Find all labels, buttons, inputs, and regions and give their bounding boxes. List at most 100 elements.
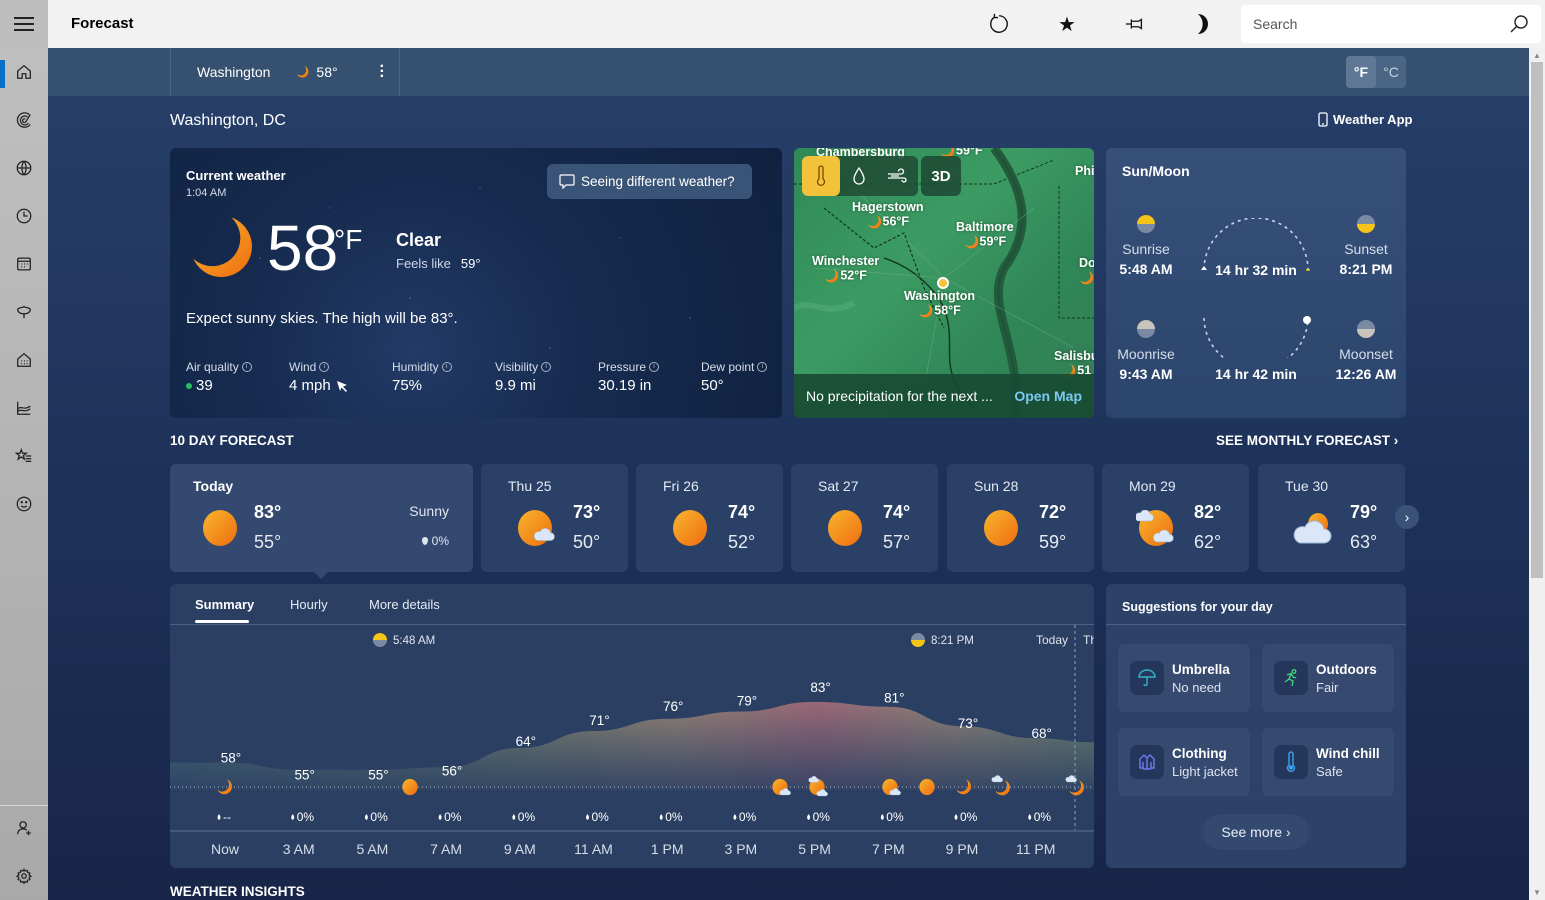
mostly-sunny-icon (515, 508, 555, 548)
temperature-label: 81° (884, 691, 904, 706)
temperature-label: 55° (294, 768, 314, 783)
precip-label: 0% (297, 810, 315, 824)
tab-summary[interactable]: Summary (195, 597, 254, 612)
day-high-temp: 83° (254, 502, 282, 522)
sun-moon-arcs (1201, 218, 1311, 358)
home-icon (17, 64, 31, 79)
info-icon[interactable]: i (319, 362, 330, 372)
sidebar-item-monthly[interactable] (0, 244, 48, 284)
suggestion-clothing[interactable]: Clothing Light jacket (1118, 728, 1250, 796)
sidebar-item-settings[interactable] (0, 856, 48, 896)
sidebar-item-radar[interactable] (0, 100, 48, 140)
selected-day-pointer (314, 572, 328, 579)
map-label-baltimore: Baltimore 59°F (956, 220, 1014, 249)
info-icon[interactable]: i (241, 362, 252, 372)
forecast-day[interactable]: Fri 26 74° 52° (636, 464, 783, 572)
weather-metrics: Air quality i 39 Wind i 4 mph Humidity i 75… (186, 360, 782, 394)
precip-value (954, 814, 958, 820)
clock-icon (16, 208, 32, 224)
x-tick-label: 11 PM (1016, 841, 1055, 857)
suggestion-wind-chill[interactable]: Wind chill Safe (1262, 728, 1394, 796)
clear-night-icon (1079, 270, 1094, 286)
seeing-different-weather-button[interactable]: Seeing different weather? (547, 164, 752, 199)
title-bar: Forecast ★ (0, 0, 1545, 48)
scroll-down-arrow-icon[interactable]: ▼ (1532, 888, 1542, 897)
thermometer-icon (1286, 751, 1296, 773)
weather-app-link[interactable]: Weather App (1318, 112, 1412, 127)
favorite-button[interactable]: ★ (1051, 10, 1083, 38)
weather-map-card[interactable]: Chambersburg 59°F Hagerstown 56°F Baltimo… (794, 148, 1094, 418)
forecast-day[interactable]: Thu 25 73° 50° (481, 464, 628, 572)
selected-location-pin[interactable] (937, 277, 949, 289)
sidebar-item-life[interactable] (0, 340, 48, 380)
dark-mode-button[interactable] (1187, 10, 1219, 38)
info-icon[interactable]: i (757, 362, 768, 372)
refresh-button[interactable] (983, 10, 1015, 38)
sidebar-item-feedback[interactable] (0, 484, 48, 524)
scroll-up-arrow-icon[interactable]: ▲ (1532, 51, 1542, 60)
temperature-layer-button[interactable] (802, 156, 840, 196)
see-monthly-forecast-link[interactable]: SEE MONTHLY FORECAST › (1216, 433, 1398, 448)
metric-value: 4 mph (289, 377, 331, 394)
day-divider-label: Today (1036, 633, 1068, 647)
sidebar-item-account[interactable] (0, 808, 48, 848)
scrollbar-thumb[interactable] (1531, 62, 1543, 578)
forecast-day[interactable]: Sun 28 72° 59° (947, 464, 1094, 572)
hourly-temperature-chart: 5:48 AM 8:21 PM Today Th 58° 55° 55° 56° 64° 71° 7… (170, 625, 1094, 857)
info-icon[interactable]: i (441, 362, 452, 372)
sidebar-item-home[interactable] (0, 52, 48, 92)
forecast-day[interactable]: Tue 30 79° 63° (1258, 464, 1405, 572)
suggestions-divider (1106, 624, 1406, 625)
sunrise-time: 5:48 AM (393, 635, 435, 647)
running-icon (1284, 669, 1297, 687)
search-icon[interactable] (1509, 14, 1529, 34)
vertical-scrollbar[interactable]: ▲ ▼ (1529, 48, 1545, 900)
see-more-button[interactable]: See more › (1203, 814, 1309, 850)
sidebar-item-historical[interactable] (0, 196, 48, 236)
x-tick-label: 9 PM (946, 841, 979, 857)
x-tick-label: 3 AM (283, 841, 315, 857)
sidebar-item-favorites[interactable] (0, 436, 48, 476)
hamburger-menu-button[interactable] (0, 0, 48, 48)
sidebar-item-pollen[interactable] (0, 292, 48, 332)
tab-more-details[interactable]: More details (369, 597, 440, 612)
x-tick-label: 11 AM (574, 841, 613, 857)
active-tab-underline (195, 620, 249, 623)
forecast-day-today[interactable]: Today 83° 55° Sunny 0% (170, 464, 473, 572)
sidebar-item-globe[interactable] (0, 148, 48, 188)
precip-label: 0% (813, 810, 831, 824)
info-icon[interactable]: i (541, 362, 552, 372)
suggestion-umbrella[interactable]: Umbrella No need (1118, 644, 1250, 712)
suggestion-name: Clothing (1172, 746, 1227, 761)
celsius-button[interactable]: °C (1376, 56, 1406, 88)
location-tab[interactable]: Washington 58° · · · (170, 48, 400, 96)
map-3d-button[interactable]: 3D (921, 156, 961, 196)
precip-label: 0% (665, 810, 683, 824)
wind-layer-button[interactable] (878, 156, 916, 196)
next-days-button[interactable]: › (1395, 505, 1419, 529)
sidebar-divider (0, 805, 48, 806)
tab-hourly[interactable]: Hourly (290, 597, 328, 612)
day-low-temp: 59° (1039, 532, 1067, 552)
day-high-temp: 82° (1194, 502, 1222, 522)
map-label-dover: Do (1079, 256, 1094, 286)
suggestion-outdoors[interactable]: Outdoors Fair (1262, 644, 1394, 712)
search-box[interactable] (1241, 5, 1541, 43)
metric-value: 30.19 in (598, 377, 652, 394)
day-high-temp: 73° (573, 502, 601, 522)
info-icon[interactable]: i (649, 362, 660, 372)
moon-length: 14 hr 42 min (1215, 366, 1297, 382)
more-options-icon[interactable]: · · · (380, 59, 385, 85)
precip-value (880, 814, 884, 820)
fahrenheit-button[interactable]: °F (1346, 56, 1376, 88)
pin-button[interactable] (1119, 10, 1151, 38)
precipitation-layer-button[interactable] (840, 156, 878, 196)
forecast-day[interactable]: Mon 29 82° 62° (1102, 464, 1249, 572)
sidebar-item-trends[interactable] (0, 388, 48, 428)
sunrise-icon (1137, 215, 1155, 233)
search-input[interactable] (1253, 16, 1509, 32)
open-map-link[interactable]: Open Map (1014, 388, 1082, 404)
city-heading: Washington, DC (170, 112, 286, 129)
temperature-label: 73° (958, 716, 978, 731)
forecast-day[interactable]: Sat 27 74° 57° (791, 464, 938, 572)
